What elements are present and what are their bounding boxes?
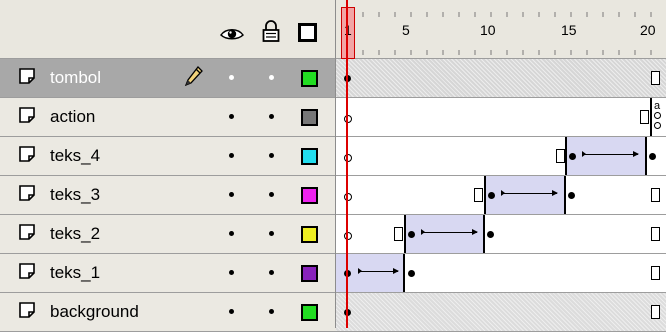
keyframe-divider	[650, 98, 652, 136]
frame-row-teks-3[interactable]	[336, 176, 666, 215]
keyframe-marker[interactable]	[408, 231, 415, 238]
visibility-toggle[interactable]	[229, 192, 234, 197]
layer-header	[0, 0, 336, 59]
end-frame-marker[interactable]	[651, 266, 660, 280]
keyframe-marker[interactable]	[569, 153, 576, 160]
end-frame-marker[interactable]	[474, 188, 483, 202]
lock-toggle[interactable]	[269, 192, 274, 197]
layer-name[interactable]: teks_4	[50, 146, 100, 166]
keyframe-marker[interactable]	[408, 270, 415, 277]
visibility-toggle[interactable]	[229, 153, 234, 158]
tween-arrow	[421, 229, 478, 235]
outline-color-swatch[interactable]	[301, 70, 318, 87]
outline-color-swatch[interactable]	[301, 109, 318, 126]
keyframe-divider	[564, 176, 566, 214]
visibility-toggle[interactable]	[229, 309, 234, 314]
outline-color-swatch[interactable]	[301, 187, 318, 204]
layer-name[interactable]: tombol	[50, 68, 101, 88]
panel-divider[interactable]	[335, 0, 336, 328]
eye-icon[interactable]	[220, 26, 244, 42]
layer-row-teks-2[interactable]: teks_2	[0, 215, 336, 254]
keyframe-divider	[483, 215, 485, 253]
layer-name[interactable]: teks_3	[50, 185, 100, 205]
frame-number: 20	[640, 22, 656, 38]
lock-toggle[interactable]	[269, 231, 274, 236]
lock-toggle[interactable]	[269, 153, 274, 158]
frame-ruler[interactable]: 1 5 10 15 20	[336, 0, 666, 59]
frame-row-teks-4[interactable]	[336, 137, 666, 176]
keyframe-divider	[484, 176, 486, 214]
lock-toggle[interactable]	[269, 75, 274, 80]
layer-row-tombol[interactable]: tombol	[0, 59, 336, 98]
frame-number: 15	[561, 22, 577, 38]
keyframe-divider	[404, 215, 406, 253]
padlock-icon[interactable]	[262, 20, 280, 42]
outline-color-swatch[interactable]	[301, 265, 318, 282]
layer-page-icon	[19, 107, 35, 123]
layer-page-icon	[19, 302, 35, 318]
tween-arrow	[582, 151, 639, 157]
keyframe-marker[interactable]	[568, 192, 575, 199]
end-frame-marker[interactable]	[640, 110, 649, 124]
outline-square-icon[interactable]	[298, 23, 317, 42]
layer-page-icon	[19, 224, 35, 240]
keyframe-marker[interactable]	[488, 192, 495, 199]
visibility-toggle[interactable]	[229, 231, 234, 236]
layer-row-teks-1[interactable]: teks_1	[0, 254, 336, 293]
lock-toggle[interactable]	[269, 114, 274, 119]
layer-row-background[interactable]: background	[0, 293, 336, 332]
lock-toggle[interactable]	[269, 270, 274, 275]
visibility-toggle[interactable]	[229, 270, 234, 275]
outline-color-swatch[interactable]	[301, 304, 318, 321]
visibility-toggle[interactable]	[229, 114, 234, 119]
layer-name[interactable]: teks_2	[50, 224, 100, 244]
keyframe-divider	[565, 137, 567, 175]
end-frame-marker[interactable]	[651, 227, 660, 241]
keyframe-divider	[645, 137, 647, 175]
end-frame-marker[interactable]	[394, 227, 403, 241]
end-frame-marker[interactable]	[651, 305, 660, 319]
end-frame-marker[interactable]	[556, 149, 565, 163]
pencil-icon	[184, 66, 203, 87]
frame-row-background[interactable]	[336, 293, 666, 332]
layer-name[interactable]: background	[50, 302, 139, 322]
playhead-line[interactable]	[346, 0, 348, 328]
layer-name[interactable]: action	[50, 107, 95, 127]
layer-row-teks-4[interactable]: teks_4	[0, 137, 336, 176]
empty-keyframe-marker[interactable]	[654, 112, 661, 119]
frame-row-teks-2[interactable]	[336, 215, 666, 254]
outline-color-swatch[interactable]	[301, 226, 318, 243]
outline-color-swatch[interactable]	[301, 148, 318, 165]
end-frame-marker[interactable]	[651, 71, 660, 85]
frame-label-text: a	[654, 100, 661, 112]
tween-arrow	[501, 190, 558, 196]
end-frame-marker[interactable]	[651, 188, 660, 202]
frame-number: 5	[402, 22, 410, 38]
keyframe-marker[interactable]	[649, 153, 656, 160]
layer-page-icon	[19, 185, 35, 201]
frame-row-teks-1[interactable]	[336, 254, 666, 293]
ruler-ticks	[362, 12, 652, 55]
timeline-panel: 1 5 10 15 20 tombol action teks_4 teks_3	[0, 0, 666, 332]
tween-arrow	[358, 268, 399, 274]
layer-page-icon	[19, 263, 35, 279]
layer-page-icon	[19, 146, 35, 162]
layer-row-action[interactable]: action	[0, 98, 336, 137]
empty-keyframe-marker[interactable]	[654, 122, 661, 129]
layer-row-teks-3[interactable]: teks_3	[0, 176, 336, 215]
layer-page-icon	[19, 68, 35, 84]
lock-toggle[interactable]	[269, 309, 274, 314]
frame-number: 10	[480, 22, 496, 38]
keyframe-divider	[403, 254, 405, 292]
frame-row-tombol[interactable]	[336, 59, 666, 98]
visibility-toggle[interactable]	[229, 75, 234, 80]
frame-row-action[interactable]: a	[336, 98, 666, 137]
keyframe-marker[interactable]	[487, 231, 494, 238]
layer-name[interactable]: teks_1	[50, 263, 100, 283]
